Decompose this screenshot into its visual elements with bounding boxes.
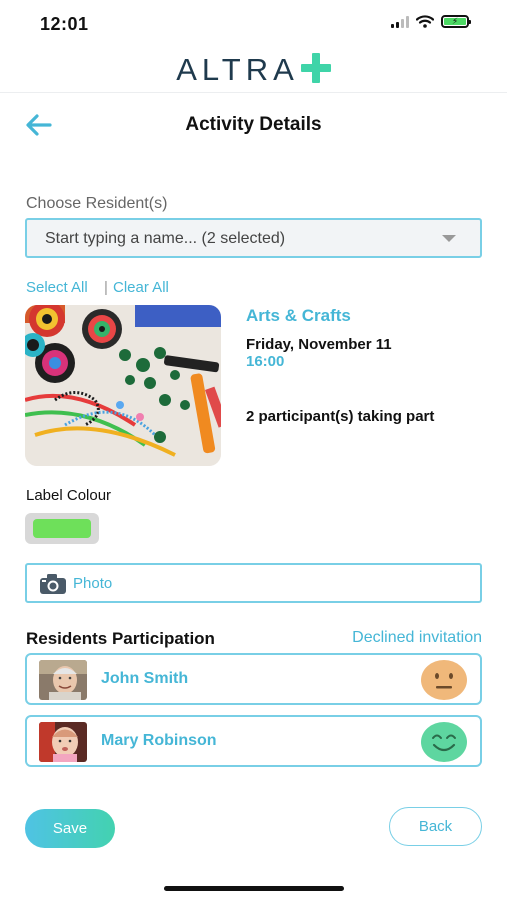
resident-card-mary-robinson[interactable]: Mary Robinson (25, 715, 482, 767)
header-divider (0, 92, 507, 93)
label-colour-title: Label Colour (26, 487, 112, 504)
logo-plus-icon (300, 53, 331, 83)
resident-select-value: Start typing a name... (2 selected) (45, 230, 286, 247)
logo-text: ALTRA (176, 52, 299, 87)
status-time: 12:01 (40, 14, 89, 34)
choose-residents-label: Choose Resident(s) (26, 195, 168, 212)
label-colour-fill (33, 519, 91, 538)
avatar (39, 722, 87, 762)
participation-title: Residents Participation (26, 629, 215, 648)
link-separator: | (104, 279, 108, 296)
activity-image (25, 305, 221, 466)
chevron-down-icon (442, 235, 456, 242)
avatar (39, 660, 87, 700)
select-all-link[interactable]: Select All (26, 279, 88, 296)
page-title: Activity Details (185, 114, 322, 135)
resident-name: John Smith (101, 670, 189, 687)
happy-face-icon[interactable] (420, 721, 468, 763)
app-logo: ALTRA (0, 52, 507, 92)
resident-card-john-smith[interactable]: John Smith (25, 653, 482, 705)
activity-name: Arts & Crafts (246, 306, 351, 325)
activity-time: 16:00 (246, 353, 285, 370)
photo-label: Photo (73, 575, 113, 592)
wifi-icon (416, 15, 434, 28)
save-button[interactable]: Save (25, 809, 115, 848)
label-colour-swatch[interactable] (25, 513, 99, 544)
clear-all-link[interactable]: Clear All (113, 279, 169, 296)
activity-date: Friday, November 11 (246, 336, 392, 353)
resident-select[interactable]: Start typing a name... (2 selected) (25, 218, 482, 258)
camera-icon (40, 574, 66, 594)
home-indicator[interactable] (164, 886, 344, 891)
declined-invitation-link[interactable]: Declined invitation (352, 629, 482, 647)
status-icons: ⚡ (391, 15, 471, 28)
participant-count: 2 participant(s) taking part (246, 408, 435, 425)
photo-upload-field[interactable]: Photo (25, 563, 482, 603)
battery-charging-icon: ⚡ (441, 15, 471, 28)
neutral-face-icon[interactable] (420, 659, 468, 701)
signal-icon (391, 15, 409, 28)
back-button[interactable]: Back (389, 807, 482, 846)
resident-name: Mary Robinson (101, 732, 217, 749)
